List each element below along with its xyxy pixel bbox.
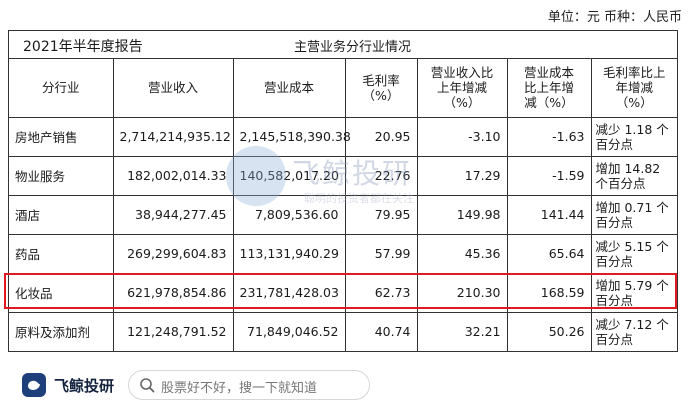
cell-revenue: 2,714,214,935.12 bbox=[112, 116, 234, 157]
cell-cost-change: -1.59 bbox=[506, 155, 592, 196]
cell-margin-change: 减少 7.12 个 百分点 bbox=[590, 311, 677, 352]
table-row: 物业服务 182,002,014.33 140,582,017.20 22.76… bbox=[9, 155, 677, 196]
cell-revenue: 38,944,277.45 bbox=[112, 194, 234, 235]
cell-industry: 原料及添加剂 bbox=[9, 311, 114, 352]
report-sheet: 2021年半年度报告 主营业务分行业情况 分行业 营业收入 营业成本 毛利率 （… bbox=[8, 30, 678, 352]
unit-currency-line: 单位：元 币种：人民币 bbox=[547, 10, 682, 25]
search-box[interactable]: 股票好不好，搜一下就知道 bbox=[128, 370, 370, 400]
cell-revenue-change: 149.98 bbox=[416, 194, 508, 235]
cell-revenue-change: 210.30 bbox=[416, 272, 508, 313]
header-cost-change: 营业成本 比上年增 减（%） bbox=[506, 59, 592, 118]
report-titlebar: 2021年半年度报告 主营业务分行业情况 bbox=[9, 31, 677, 59]
table-row-highlighted: 化妆品 621,978,854.86 231,781,428.03 62.73 … bbox=[9, 272, 677, 313]
cell-cost: 231,781,428.03 bbox=[232, 272, 346, 313]
cell-cost-change: 168.59 bbox=[506, 272, 592, 313]
cell-industry: 房地产销售 bbox=[9, 116, 114, 157]
cell-revenue-change: 17.29 bbox=[416, 155, 508, 196]
cell-industry: 药品 bbox=[9, 233, 114, 274]
header-cost: 营业成本 bbox=[232, 59, 346, 118]
header-revenue-change: 营业收入比 上年增减 （%） bbox=[416, 59, 508, 118]
cell-margin-change: 减少 1.18 个 百分点 bbox=[590, 116, 677, 157]
report-title: 2021年半年度报告 bbox=[23, 39, 143, 55]
cell-revenue-change: 32.21 bbox=[416, 311, 508, 352]
cell-cost: 7,809,536.60 bbox=[232, 194, 346, 235]
cell-margin: 57.99 bbox=[344, 233, 418, 274]
cell-industry: 酒店 bbox=[9, 194, 114, 235]
industry-table: 分行业 营业收入 营业成本 毛利率 （%） 营业收入比 上年增减 （%） 营业成… bbox=[9, 59, 677, 352]
cell-margin: 40.74 bbox=[344, 311, 418, 352]
header-margin-change: 毛利率比上 年增减 （%） bbox=[590, 59, 677, 118]
cell-cost: 113,131,940.29 bbox=[232, 233, 346, 274]
section-title: 主营业务分行业情况 bbox=[294, 40, 412, 55]
whale-logo-icon bbox=[22, 373, 46, 397]
table-row: 药品 269,299,604.83 113,131,940.29 57.99 4… bbox=[9, 233, 677, 274]
table-row: 房地产销售 2,714,214,935.12 2,145,518,390.38 … bbox=[9, 116, 677, 157]
footer-bar: 飞鲸投研 股票好不好，搜一下就知道 bbox=[0, 360, 692, 410]
header-revenue: 营业收入 bbox=[112, 59, 234, 118]
brand-name: 飞鲸投研 bbox=[54, 377, 115, 395]
cell-margin: 79.95 bbox=[344, 194, 418, 235]
cell-cost-change: -1.63 bbox=[506, 116, 592, 157]
search-placeholder: 股票好不好，搜一下就知道 bbox=[161, 381, 318, 396]
cell-industry: 物业服务 bbox=[9, 155, 114, 196]
cell-cost-change: 50.26 bbox=[506, 311, 592, 352]
cell-margin-change: 增加 0.71 个 百分点 bbox=[590, 194, 677, 235]
table-row: 原料及添加剂 121,248,791.52 71,849,046.52 40.7… bbox=[9, 311, 677, 352]
cell-cost: 71,849,046.52 bbox=[232, 311, 346, 352]
search-icon bbox=[140, 378, 155, 393]
cell-revenue: 269,299,604.83 bbox=[112, 233, 234, 274]
cell-margin: 22.76 bbox=[344, 155, 418, 196]
cell-revenue: 121,248,791.52 bbox=[112, 311, 234, 352]
cell-margin-change: 增加 5.79 个 百分点 bbox=[590, 272, 677, 313]
cell-revenue: 621,978,854.86 bbox=[112, 272, 234, 313]
cell-revenue-change: 45.36 bbox=[416, 233, 508, 274]
cell-revenue: 182,002,014.33 bbox=[112, 155, 234, 196]
cell-industry: 化妆品 bbox=[9, 272, 114, 313]
cell-margin: 62.73 bbox=[344, 272, 418, 313]
cell-margin-change: 增加 14.82 个百分点 bbox=[590, 155, 677, 196]
header-industry: 分行业 bbox=[9, 59, 114, 118]
cell-cost: 140,582,017.20 bbox=[232, 155, 346, 196]
cell-cost-change: 65.64 bbox=[506, 233, 592, 274]
cell-margin-change: 减少 5.15 个 百分点 bbox=[590, 233, 677, 274]
cell-cost-change: 141.44 bbox=[506, 194, 592, 235]
cell-margin: 20.95 bbox=[344, 116, 418, 157]
table-row: 酒店 38,944,277.45 7,809,536.60 79.95 149.… bbox=[9, 194, 677, 235]
cell-cost: 2,145,518,390.38 bbox=[232, 116, 351, 157]
table-header-row: 分行业 营业收入 营业成本 毛利率 （%） 营业收入比 上年增减 （%） 营业成… bbox=[9, 59, 677, 118]
cell-revenue-change: -3.10 bbox=[416, 116, 508, 157]
header-margin: 毛利率 （%） bbox=[344, 59, 418, 118]
